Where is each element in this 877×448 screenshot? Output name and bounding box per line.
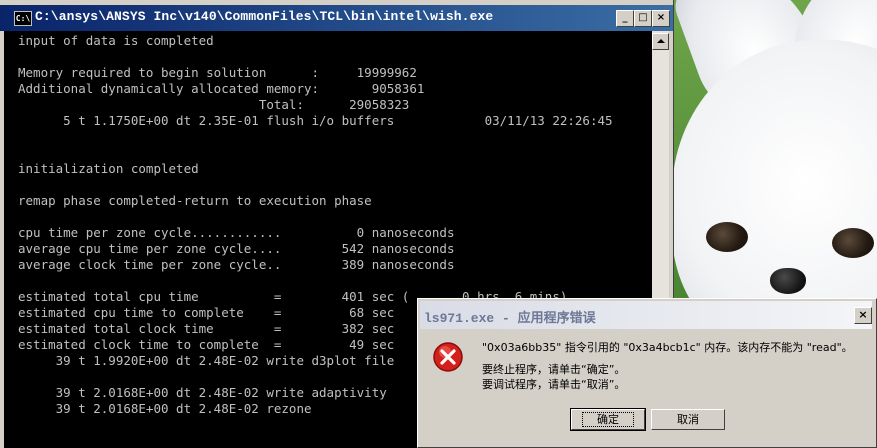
dialog-title: ls971.exe - 应用程序错误 (424, 311, 596, 326)
ok-button[interactable]: 确定 (570, 408, 646, 431)
console-window-title: C:\ansys\ANSYS Inc\v140\CommonFiles\TCL\… (35, 9, 494, 24)
application-error-dialog[interactable]: ls971.exe - 应用程序错误 × "0x03a6bb35" 指令引用的 … (417, 298, 877, 448)
error-icon (433, 342, 463, 372)
dialog-message-line-1: "0x03a6bb35" 指令引用的 "0x3a4bcb1c" 内存。该内存不能… (482, 341, 853, 354)
dialog-message-line-2: 要终止程序，请单击“确定”。 (482, 363, 626, 376)
scroll-up-arrow-icon (657, 39, 665, 43)
wallpaper-dog-eye-left (706, 222, 748, 252)
dialog-message-line-3: 要调试程序，请单击“取消”。 (482, 378, 626, 391)
dialog-message: "0x03a6bb35" 指令引用的 "0x3a4bcb1c" 内存。该内存不能… (482, 340, 867, 392)
close-button[interactable]: × (652, 10, 670, 27)
console-titlebar[interactable]: C:\ C:\ansys\ANSYS Inc\v140\CommonFiles\… (0, 5, 673, 31)
scroll-up-button[interactable] (652, 33, 669, 50)
ok-button-label: 确定 (582, 412, 634, 427)
dialog-close-button[interactable]: × (854, 307, 872, 324)
maximize-button[interactable]: □ (634, 10, 652, 27)
console-app-icon[interactable]: C:\ (14, 11, 32, 26)
wallpaper-dog-eye-right (832, 228, 874, 258)
cancel-button[interactable]: 取消 (651, 409, 725, 430)
minimize-button[interactable]: _ (616, 10, 634, 27)
wallpaper-dog-nose (770, 268, 806, 294)
dialog-titlebar[interactable]: ls971.exe - 应用程序错误 × (420, 301, 872, 329)
